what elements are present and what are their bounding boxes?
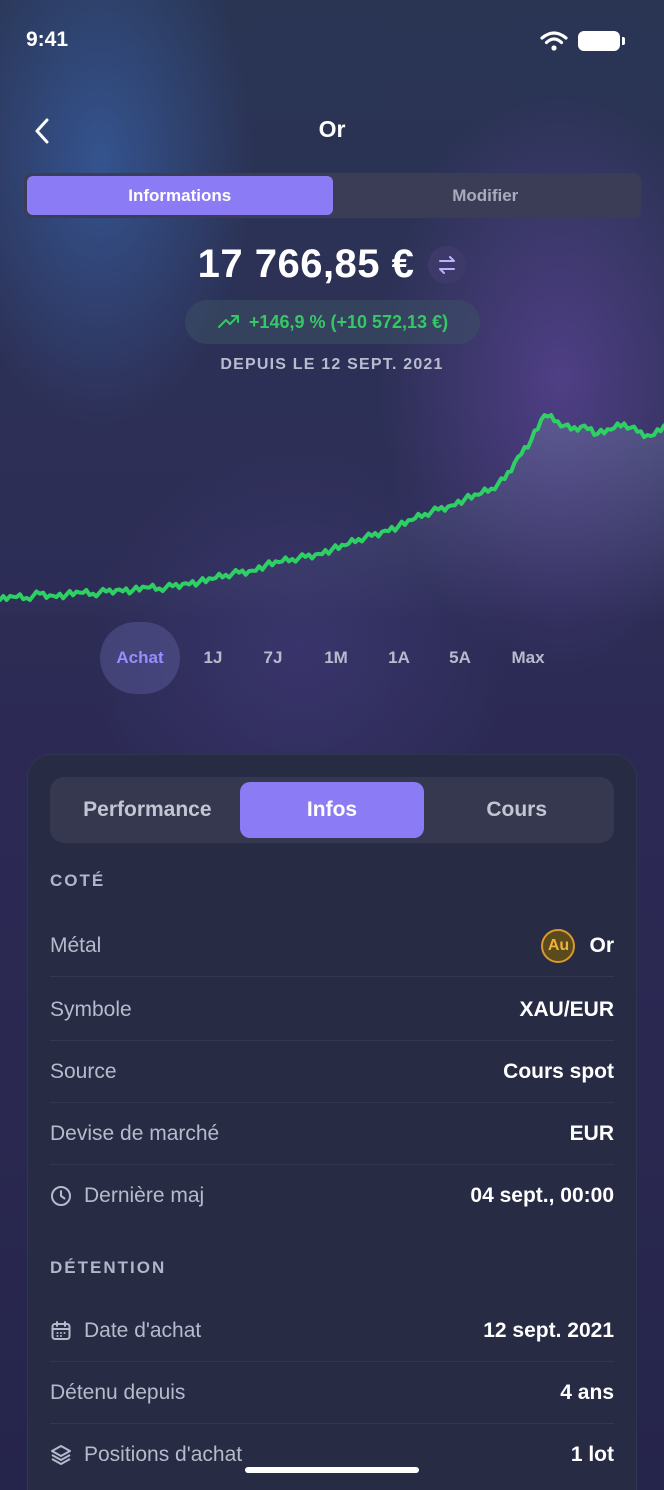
row-label: Positions d'achat: [84, 1443, 243, 1466]
gold-badge-icon: Au: [541, 928, 576, 963]
info-row-symbole: Symbole XAU/EUR: [50, 979, 614, 1041]
row-label: Détenu depuis: [50, 1380, 186, 1404]
layers-icon: [51, 1445, 71, 1465]
info-row-metal: Métal Au Or: [50, 915, 614, 977]
row-value: EUR: [569, 1121, 614, 1145]
total-value: 17 766,85 €: [197, 242, 415, 286]
price-chart[interactable]: [0, 395, 664, 620]
performance-text: +146,9 % (+10 572,13 €): [248, 311, 449, 332]
row-label: Date d'achat: [84, 1318, 202, 1342]
row-value: 12 sept. 2021: [483, 1318, 614, 1342]
info-row-positions: Positions d'achat 1 lot: [50, 1424, 614, 1486]
tab-infos[interactable]: Infos: [239, 782, 425, 838]
value-row: 17 766,85 €: [0, 242, 664, 287]
info-row-detenu-depuis: Détenu depuis 4 ans: [50, 1362, 614, 1424]
row-label: Devise de marché: [50, 1121, 220, 1145]
range-option-1j[interactable]: 1J: [180, 648, 246, 668]
range-selector: Achat 1J 7J 1M 1A 5A Max: [100, 622, 562, 694]
info-row-devise: Devise de marché EUR: [50, 1103, 614, 1165]
row-value: 1 lot: [570, 1443, 614, 1466]
row-label: Source: [50, 1059, 117, 1083]
performance-badge: +146,9 % (+10 572,13 €): [185, 300, 480, 344]
card-segmented-control: Performance Infos Cours: [50, 777, 614, 843]
range-option-1a[interactable]: 1A: [372, 648, 426, 668]
row-value: 04 sept., 00:00: [470, 1184, 614, 1207]
tab-performance[interactable]: Performance: [55, 782, 240, 838]
currency-swap-button[interactable]: [428, 245, 467, 284]
tab-cours[interactable]: Cours: [424, 782, 609, 838]
tab-modifier[interactable]: Modifier: [333, 176, 639, 215]
battery-icon: [578, 31, 625, 51]
row-label: Métal: [50, 933, 102, 957]
wifi-icon: [540, 31, 568, 51]
row-label: Dernière maj: [84, 1184, 205, 1207]
info-row-source: Source Cours spot: [50, 1041, 614, 1103]
range-option-achat[interactable]: Achat: [100, 622, 180, 694]
range-option-max[interactable]: Max: [494, 648, 562, 668]
info-row-derniere-maj: Dernière maj 04 sept., 00:00: [50, 1165, 614, 1227]
top-segmented-control: Informations Modifier: [24, 173, 641, 218]
range-option-7j[interactable]: 7J: [246, 648, 300, 668]
status-icons: [540, 30, 625, 52]
row-value: 4 ans: [560, 1380, 614, 1404]
row-value: XAU/EUR: [519, 997, 614, 1021]
section-title-detention: DÉTENTION: [50, 1258, 167, 1277]
swap-arrows-icon: [439, 255, 456, 274]
chart-area-fill: [0, 415, 664, 620]
section-title-cote: COTÉ: [50, 871, 106, 890]
range-option-1m[interactable]: 1M: [300, 648, 372, 668]
status-time: 9:41: [26, 28, 69, 51]
clock-icon: [51, 1186, 71, 1206]
page-title: Or: [318, 116, 346, 142]
info-row-date-achat: Date d'achat 12 sept. 2021: [50, 1300, 614, 1362]
tab-informations[interactable]: Informations: [27, 176, 333, 215]
row-value: Cours spot: [503, 1059, 614, 1083]
row-value: Or: [589, 933, 614, 957]
home-indicator: [245, 1467, 419, 1473]
range-option-5a[interactable]: 5A: [426, 648, 494, 668]
since-date: DEPUIS LE 12 SEPT. 2021: [220, 356, 444, 373]
trend-up-icon: [217, 315, 239, 328]
row-label: Symbole: [50, 997, 132, 1021]
calendar-icon: [51, 1320, 71, 1340]
